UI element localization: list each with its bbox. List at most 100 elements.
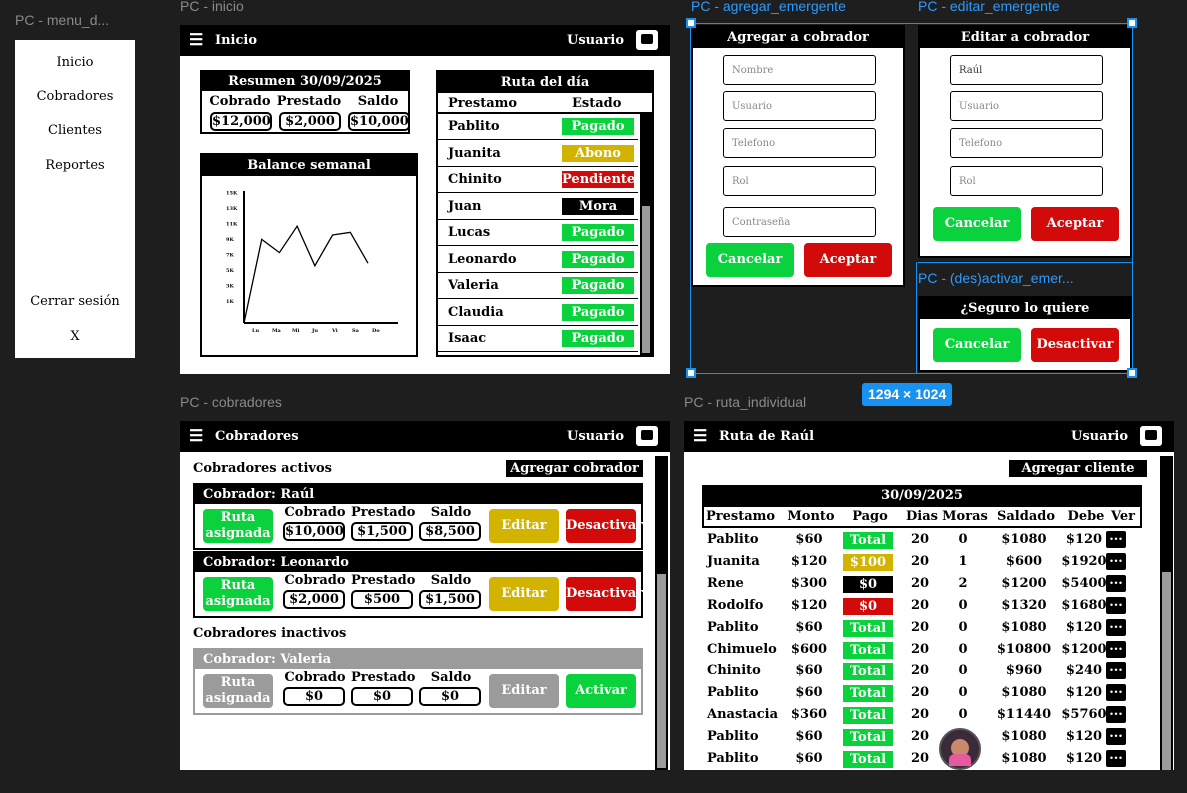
view-client-button[interactable]: ... [1106,749,1126,767]
route-row[interactable]: Isaac Pagado [438,326,638,352]
resize-handle-tl[interactable] [686,18,696,28]
edit-rol-field[interactable]: Rol [950,166,1103,196]
route-client-row[interactable]: Rodolfo $120 $0 20 0 $1320 $1680... [702,595,1142,617]
cobradores-scrollbar-thumb[interactable] [657,574,666,768]
summary-header-prestado: Prestado [276,94,342,109]
client-name: Pablito [707,685,759,701]
edit-telefono-field[interactable]: Telefono [950,128,1103,158]
route-client-row[interactable]: Juanita $120 $100 20 1 $600 $1920... [702,551,1142,573]
client-name: Chinito [707,663,761,679]
collector-header-0: Cobrado [284,505,346,520]
route-client-row[interactable]: Pablito $60 Total 20 $1080 $120... [702,726,1142,748]
user-avatar-icon[interactable] [636,30,658,50]
resize-handle-tr[interactable] [1127,18,1137,28]
client-pago: Total [843,729,893,747]
telefono-field[interactable]: Telefono [723,128,876,158]
route-client-row[interactable]: Pablito $60 Total 20 0 $1080 $120... [702,682,1142,704]
user-avatar-icon[interactable] [636,426,658,446]
route-row[interactable]: Claudia Pagado [438,300,638,326]
client-moras: 2 [958,575,968,591]
agregar-accept-button[interactable]: Aceptar [804,243,892,277]
collaborator-avatar[interactable] [939,728,981,770]
view-client-button[interactable]: ... [1106,596,1126,614]
view-client-button[interactable]: ... [1106,683,1126,702]
view-client-button[interactable]: ... [1106,727,1126,746]
route-date: 30/09/2025 [702,485,1142,507]
collector-value-1: $500 [351,590,413,609]
nombre-field[interactable]: Nombre [723,55,876,85]
edit-collector-button[interactable]: Editar [489,674,559,708]
route-row[interactable]: Juan Mora [438,194,638,220]
route-row[interactable]: Juanita Abono [438,141,638,167]
view-client-button[interactable]: ... [1106,640,1126,658]
user-label[interactable]: Usuario [567,429,624,444]
hamburger-icon[interactable]: ☰ [189,32,203,48]
route-col-header: Dias [906,509,938,524]
route-client-row[interactable]: Pablito $60 Total 20 $1080 $120... [702,748,1142,770]
password-field[interactable]: Contraseña [723,207,876,237]
add-collector-button[interactable]: Agregar cobrador [506,460,643,477]
view-client-button[interactable]: ... [1106,661,1126,680]
cobradores-scrollbar[interactable] [655,456,668,770]
client-monto: $120 [790,553,828,569]
usuario-field[interactable]: Usuario [723,91,876,121]
resize-handle-br[interactable] [1127,368,1137,378]
menu-item-cobradores[interactable]: Cobradores [15,89,135,104]
agregar-cancel-button[interactable]: Cancelar [706,243,794,277]
route-row[interactable]: Lucas Pagado [438,220,638,246]
user-avatar-icon[interactable] [1140,426,1162,446]
route-row[interactable]: Pablito Pagado [438,114,638,140]
ruta-scrollbar-thumb[interactable] [1162,572,1171,770]
editar-accept-button[interactable]: Aceptar [1031,207,1119,241]
route-assigned-button[interactable]: Ruta asignada [203,674,273,708]
route-assigned-button[interactable]: Ruta asignada [203,509,273,543]
editar-cancel-button[interactable]: Cancelar [933,207,1021,241]
deactivate-collector-button[interactable]: Desactivar [566,577,643,611]
route-row[interactable]: Leonardo Pagado [438,247,638,273]
route-assigned-button[interactable]: Ruta asignada [203,577,273,611]
edit-collector-button[interactable]: Editar [489,577,559,611]
menu-item-inicio[interactable]: Inicio [15,55,135,70]
view-client-button[interactable]: ... [1106,705,1126,724]
frame-label-inicio: PC - inicio [180,0,244,14]
hamburger-icon[interactable]: ☰ [189,428,203,444]
client-saldado: $960 [1005,663,1043,679]
route-client-row[interactable]: Chimuelo $600 Total 20 0 $10800 $1200... [702,639,1142,661]
client-saldado: $1080 [1001,751,1047,766]
menu-item-reportes[interactable]: Reportes [15,158,135,173]
ruta-scrollbar[interactable] [1160,456,1173,770]
view-client-button[interactable]: ... [1106,530,1126,548]
edit-usuario-field[interactable]: Usuario [950,91,1103,121]
view-client-button[interactable]: ... [1106,552,1126,570]
menu-item-clientes[interactable]: Clientes [15,123,135,138]
rol-field[interactable]: Rol [723,166,876,196]
client-moras: 0 [958,685,968,701]
desactivar-cancel-button[interactable]: Cancelar [933,328,1021,362]
close-menu-button[interactable]: X [15,329,135,344]
view-client-button[interactable]: ... [1106,574,1126,592]
deactivate-collector-button[interactable]: Desactivar [566,509,643,543]
route-client-row[interactable]: Anastacia $360 Total 20 0 $11440 $5760... [702,704,1142,726]
user-label[interactable]: Usuario [567,33,624,48]
route-scrollbar-thumb[interactable] [642,206,650,353]
route-client-row[interactable]: Rene $300 $0 20 2 $1200 $5400... [702,573,1142,595]
client-moras: 0 [958,597,968,613]
route-row[interactable]: Chinito Pendiente [438,167,638,193]
client-debe: $120 [1065,685,1103,701]
client-pago: Total [843,532,893,549]
logout-button[interactable]: Cerrar sesión [15,294,135,309]
route-client-row[interactable]: Pablito $60 Total 20 0 $1080 $120... [702,617,1142,639]
route-client-row[interactable]: Chinito $60 Total 20 0 $960 $240... [702,660,1142,682]
activate-collector-button[interactable]: Activar [566,674,636,708]
edit-nombre-field[interactable]: Raúl [950,55,1103,85]
route-scrollbar[interactable] [640,114,652,355]
resize-handle-bl[interactable] [686,368,696,378]
edit-collector-button[interactable]: Editar [489,509,559,543]
hamburger-icon[interactable]: ☰ [693,428,707,444]
user-label[interactable]: Usuario [1071,429,1128,444]
add-client-button[interactable]: Agregar cliente [1009,460,1147,477]
view-client-button[interactable]: ... [1106,618,1126,636]
route-row[interactable]: Valeria Pagado [438,273,638,299]
route-client-row[interactable]: Pablito $60 Total 20 0 $1080 $120... [702,529,1142,551]
desactivar-confirm-button[interactable]: Desactivar [1031,328,1119,362]
